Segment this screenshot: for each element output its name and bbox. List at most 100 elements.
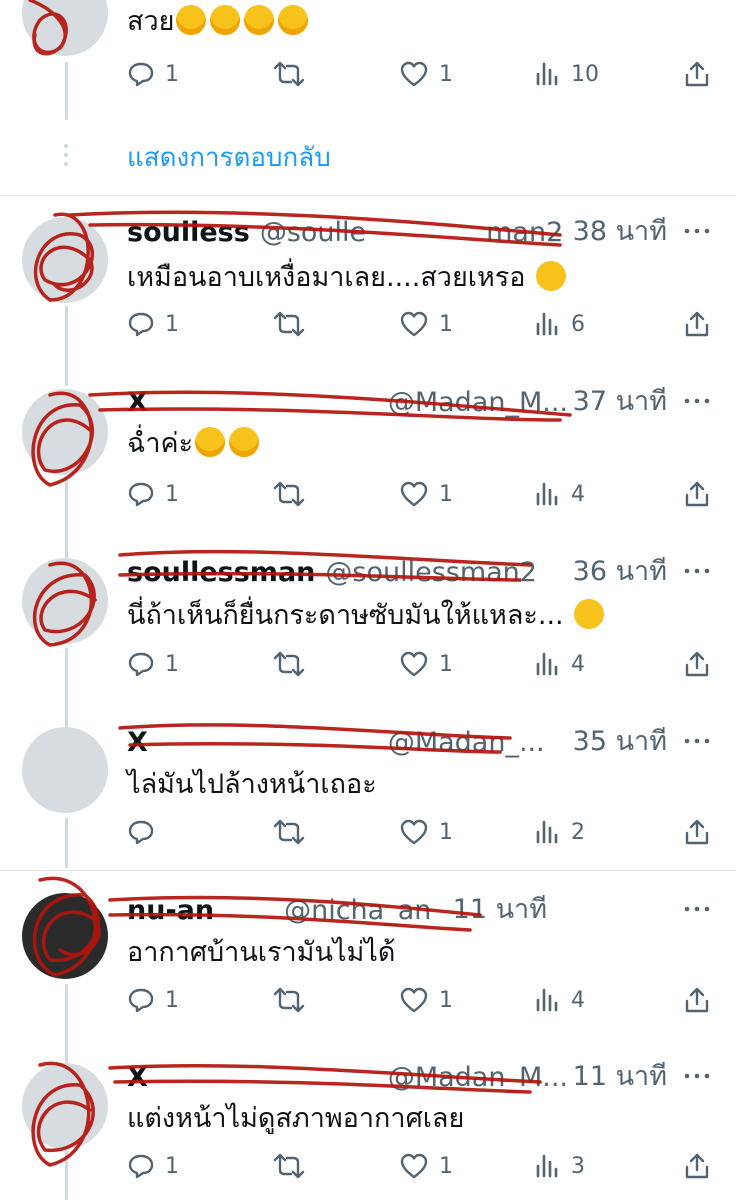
display-name[interactable]: nu-an bbox=[127, 895, 214, 926]
tweet-header: X @Madan_M... 11 นาที bbox=[127, 1057, 667, 1097]
like-count: 1 bbox=[439, 481, 453, 507]
like-count: 1 bbox=[439, 61, 453, 87]
username[interactable]: @Madan_M... bbox=[388, 1062, 568, 1093]
username[interactable]: @Madan_... bbox=[388, 727, 545, 758]
retweet-icon bbox=[273, 481, 305, 507]
more-icon[interactable] bbox=[682, 386, 712, 416]
reply-button[interactable]: 1 bbox=[127, 1148, 179, 1184]
share-button[interactable] bbox=[683, 646, 721, 682]
action-bar: 1 1 3 bbox=[127, 1148, 717, 1184]
like-count: 1 bbox=[439, 987, 453, 1013]
avatar[interactable] bbox=[22, 727, 108, 813]
retweet-button[interactable] bbox=[272, 476, 316, 512]
retweet-button[interactable] bbox=[272, 814, 316, 850]
more-icon[interactable] bbox=[682, 894, 712, 924]
share-button[interactable] bbox=[683, 476, 721, 512]
like-button[interactable]: 1 bbox=[399, 982, 453, 1018]
reply-button[interactable] bbox=[127, 814, 165, 850]
like-icon bbox=[400, 987, 428, 1013]
like-button[interactable]: 1 bbox=[399, 646, 453, 682]
avatar[interactable] bbox=[22, 893, 108, 979]
like-button[interactable]: 1 bbox=[399, 476, 453, 512]
more-replies-dots-icon bbox=[63, 143, 69, 167]
timestamp[interactable]: 36 นาที bbox=[566, 552, 667, 592]
timestamp[interactable]: 35 นาที bbox=[566, 722, 667, 762]
views-count: 4 bbox=[571, 987, 585, 1013]
retweet-icon bbox=[273, 311, 305, 337]
avatar[interactable] bbox=[22, 558, 108, 644]
timestamp[interactable]: 38 นาที bbox=[566, 212, 667, 252]
views-icon bbox=[536, 312, 558, 336]
share-button[interactable] bbox=[683, 56, 721, 92]
avatar[interactable] bbox=[22, 389, 108, 475]
avatar[interactable] bbox=[22, 1063, 108, 1149]
share-icon bbox=[685, 311, 709, 337]
retweet-button[interactable] bbox=[272, 56, 316, 92]
share-button[interactable] bbox=[683, 306, 721, 342]
timestamp[interactable]: 11 นาที bbox=[566, 1057, 667, 1097]
views-button[interactable]: 3 bbox=[535, 1148, 585, 1184]
username[interactable]: @nicha_an bbox=[284, 895, 431, 926]
thread-line bbox=[65, 306, 68, 386]
share-button[interactable] bbox=[683, 814, 721, 850]
divider bbox=[0, 195, 736, 196]
views-button[interactable]: 6 bbox=[535, 306, 585, 342]
views-button[interactable]: 10 bbox=[535, 56, 599, 92]
reply-icon bbox=[128, 820, 154, 845]
tweet-header: soullessman @soullessman2 36 นาที bbox=[127, 552, 667, 592]
avatar[interactable] bbox=[22, 0, 108, 56]
username[interactable]: @Madan_M... bbox=[388, 387, 568, 418]
avatar[interactable] bbox=[22, 217, 108, 303]
more-icon[interactable] bbox=[682, 216, 712, 246]
display-name[interactable]: X bbox=[127, 387, 148, 418]
display-name[interactable]: X bbox=[127, 727, 148, 758]
username[interactable]: @soullessman2 bbox=[325, 557, 537, 588]
like-count: 1 bbox=[439, 1153, 453, 1179]
share-button[interactable] bbox=[683, 1148, 721, 1184]
reply-text: นี่ถ้าเห็นก็ยื่นกระดาษซับมันให้แหละ... bbox=[127, 596, 606, 636]
retweet-button[interactable] bbox=[272, 1148, 316, 1184]
thread-line bbox=[65, 62, 68, 120]
like-button[interactable]: 1 bbox=[399, 814, 453, 850]
retweet-button[interactable] bbox=[272, 306, 316, 342]
display-name[interactable]: soulless bbox=[127, 217, 250, 248]
thread-line bbox=[65, 818, 68, 868]
astonished-emoji-icon bbox=[536, 261, 567, 291]
like-button[interactable]: 1 bbox=[399, 306, 453, 342]
timestamp[interactable]: 37 นาที bbox=[566, 382, 667, 422]
like-count: 1 bbox=[439, 651, 453, 677]
views-icon bbox=[536, 820, 558, 844]
reply-count: 1 bbox=[165, 311, 179, 337]
views-button[interactable]: 4 bbox=[535, 476, 585, 512]
reply-icon bbox=[128, 312, 154, 337]
action-bar: 1 1 4 bbox=[127, 982, 717, 1018]
reply-button[interactable]: 1 bbox=[127, 56, 179, 92]
more-icon[interactable] bbox=[682, 726, 712, 756]
reply-text-content: นี่ถ้าเห็นก็ยื่นกระดาษซับมันให้แหละ... bbox=[127, 600, 564, 631]
action-bar: 1 1 4 bbox=[127, 476, 717, 512]
reply-button[interactable]: 1 bbox=[127, 306, 179, 342]
reply-text: อากาศบ้านเรามันไม่ได้ bbox=[127, 933, 395, 973]
reply-count: 1 bbox=[165, 481, 179, 507]
views-button[interactable]: 4 bbox=[535, 646, 585, 682]
like-button[interactable]: 1 bbox=[399, 1148, 453, 1184]
show-replies-link[interactable]: แสดงการตอบกลับ bbox=[127, 138, 331, 178]
reply-button[interactable]: 1 bbox=[127, 476, 179, 512]
retweet-button[interactable] bbox=[272, 982, 316, 1018]
more-icon[interactable] bbox=[682, 1061, 712, 1091]
like-button[interactable]: 1 bbox=[399, 56, 453, 92]
reply-button[interactable]: 1 bbox=[127, 646, 179, 682]
share-button[interactable] bbox=[683, 982, 721, 1018]
like-count: 1 bbox=[439, 311, 453, 337]
views-icon bbox=[536, 482, 558, 506]
reply-button[interactable]: 1 bbox=[127, 982, 179, 1018]
display-name[interactable]: X bbox=[127, 1062, 148, 1093]
reply-icon bbox=[128, 988, 154, 1013]
display-name[interactable]: soullessman bbox=[127, 557, 315, 588]
more-icon[interactable] bbox=[682, 556, 712, 586]
username[interactable]: @soulle bbox=[260, 217, 366, 248]
views-button[interactable]: 4 bbox=[535, 982, 585, 1018]
views-button[interactable]: 2 bbox=[535, 814, 585, 850]
timestamp[interactable]: 11 นาที bbox=[446, 890, 547, 930]
retweet-button[interactable] bbox=[272, 646, 316, 682]
